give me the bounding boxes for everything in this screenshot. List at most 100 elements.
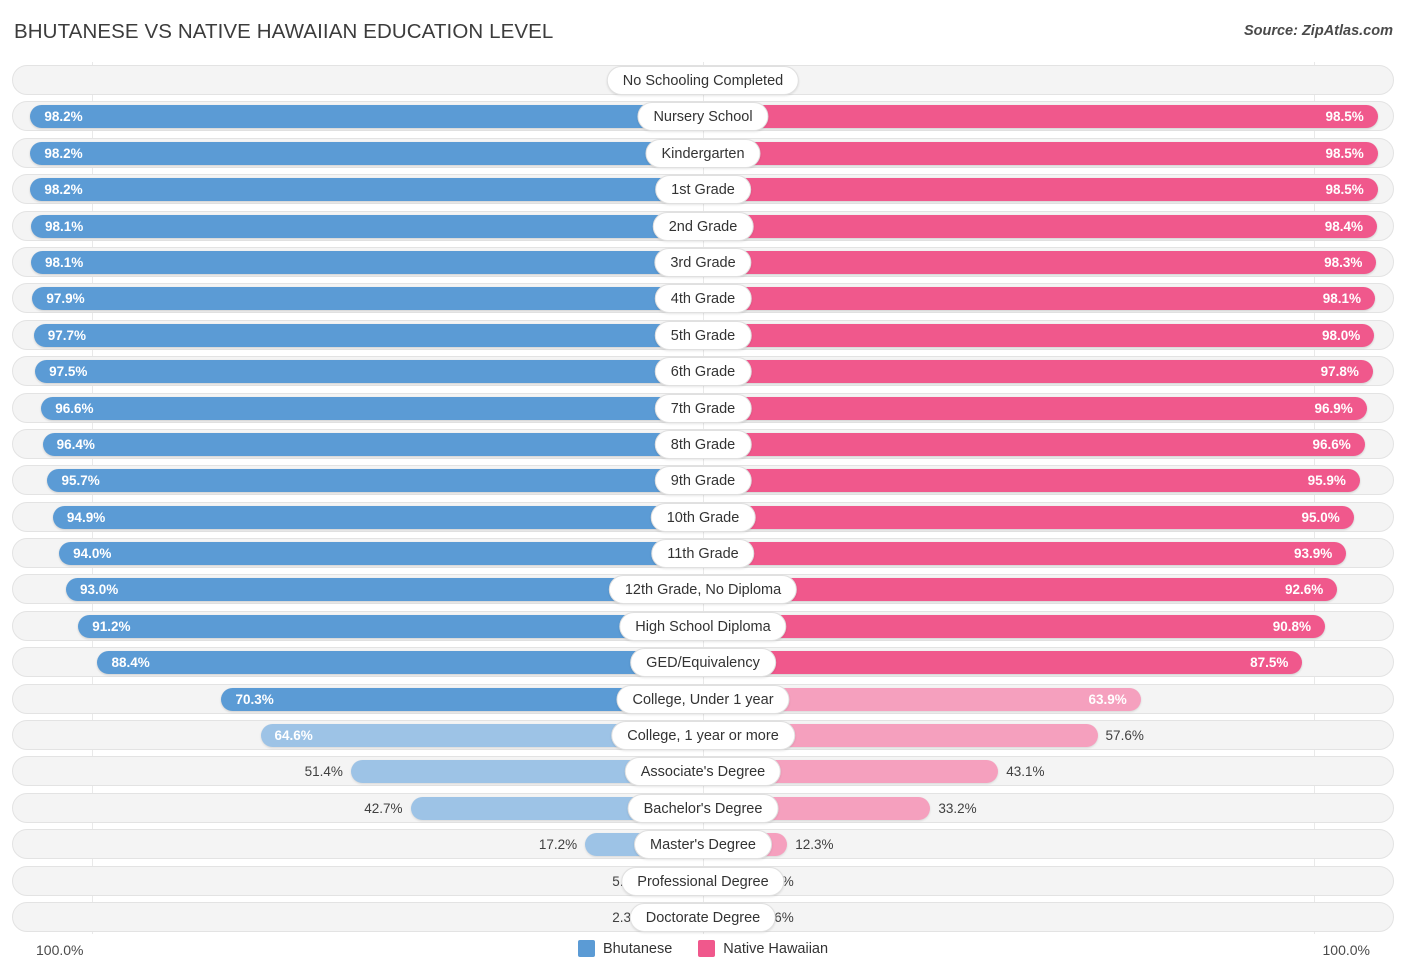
category-label[interactable]: Bachelor's Degree bbox=[627, 793, 779, 823]
bar-rows: 1.8%1.6%No Schooling Completed 98.2% 98.5%… bbox=[0, 62, 1406, 935]
bar-row: 51.4% 43.1% Associate's Degree bbox=[0, 753, 1406, 789]
category-label[interactable]: 10th Grade bbox=[650, 502, 756, 532]
bar-native-hawaiian bbox=[703, 505, 1354, 529]
bar-row: 64.6% 57.6% College, 1 year or more bbox=[0, 717, 1406, 753]
value-label-bhutanese: 98.2% bbox=[44, 109, 83, 125]
bar-bhutanese bbox=[31, 250, 703, 274]
value-label-bhutanese: 70.3% bbox=[235, 691, 274, 707]
value-label-bhutanese: 98.2% bbox=[44, 145, 83, 161]
bar-row: 97.5% 97.8% 6th Grade bbox=[0, 353, 1406, 389]
bar-native-hawaiian bbox=[703, 178, 1378, 202]
value-label-bhutanese: 96.4% bbox=[56, 436, 95, 452]
category-label[interactable]: Doctorate Degree bbox=[629, 902, 777, 932]
value-label-native-hawaiian: 12.3% bbox=[795, 837, 834, 853]
category-label[interactable]: Master's Degree bbox=[634, 830, 772, 860]
value-label-native-hawaiian: 98.5% bbox=[1325, 109, 1364, 125]
bar-row: 5.4%3.8%Professional Degree bbox=[0, 863, 1406, 899]
value-label-bhutanese: 94.9% bbox=[66, 509, 106, 525]
value-label-native-hawaiian: 95.9% bbox=[1307, 473, 1346, 489]
bar-bhutanese bbox=[65, 578, 703, 602]
value-label-native-hawaiian: 63.9% bbox=[1088, 691, 1127, 707]
category-label[interactable]: 5th Grade bbox=[654, 320, 752, 350]
category-label[interactable]: 4th Grade bbox=[654, 284, 752, 314]
bar-native-hawaiian bbox=[703, 323, 1375, 347]
chart-header: BHUTANESE VS NATIVE HAWAIIAN EDUCATION L… bbox=[0, 0, 1406, 52]
bar-bhutanese bbox=[41, 396, 703, 420]
value-label-bhutanese: 98.2% bbox=[44, 182, 83, 198]
bar-row: 42.7% 33.2% Bachelor's Degree bbox=[0, 790, 1406, 826]
category-label[interactable]: 2nd Grade bbox=[652, 211, 754, 241]
value-label-native-hawaiian: 96.9% bbox=[1314, 400, 1353, 416]
bar-row: 91.2% 90.8% High School Diploma bbox=[0, 608, 1406, 644]
value-label-bhutanese: 96.6% bbox=[55, 400, 94, 416]
bar-row: 97.9% 98.1% 4th Grade bbox=[0, 280, 1406, 316]
legend-label: Native Hawaiian bbox=[723, 940, 829, 957]
bar-bhutanese bbox=[33, 323, 703, 347]
value-label-bhutanese: 95.7% bbox=[61, 473, 100, 489]
value-label-bhutanese: 17.2% bbox=[538, 837, 578, 853]
category-label[interactable]: 12th Grade, No Diploma bbox=[608, 575, 798, 605]
bar-native-hawaiian bbox=[703, 360, 1373, 384]
bar-native-hawaiian bbox=[703, 141, 1378, 165]
category-label[interactable]: 11th Grade bbox=[651, 539, 755, 569]
bar-row: 96.4% 96.6% 8th Grade bbox=[0, 426, 1406, 462]
category-label[interactable]: 1st Grade bbox=[655, 175, 751, 205]
category-label[interactable]: High School Diploma bbox=[619, 611, 787, 641]
category-label[interactable]: 8th Grade bbox=[654, 429, 752, 459]
bar-row: 98.2% 98.5% Kindergarten bbox=[0, 135, 1406, 171]
value-label-bhutanese: 88.4% bbox=[111, 655, 150, 671]
category-label[interactable]: Nursery School bbox=[637, 102, 769, 132]
bar-row: 98.2% 98.5% 1st Grade bbox=[0, 171, 1406, 207]
category-label[interactable]: 7th Grade bbox=[654, 393, 752, 423]
value-label-native-hawaiian: 98.0% bbox=[1322, 327, 1361, 343]
bar-bhutanese bbox=[32, 287, 703, 311]
category-label[interactable]: Professional Degree bbox=[621, 866, 785, 896]
page-title: BHUTANESE VS NATIVE HAWAIIAN EDUCATION L… bbox=[14, 20, 554, 43]
bar-native-hawaiian bbox=[703, 287, 1375, 311]
bar-native-hawaiian bbox=[703, 542, 1347, 566]
value-label-native-hawaiian: 97.8% bbox=[1320, 364, 1359, 380]
category-label[interactable]: 9th Grade bbox=[654, 466, 752, 496]
value-label-native-hawaiian: 98.1% bbox=[1322, 291, 1361, 307]
value-label-native-hawaiian: 92.6% bbox=[1285, 582, 1324, 598]
legend-item[interactable]: Bhutanese bbox=[577, 940, 673, 957]
bar-native-hawaiian bbox=[703, 432, 1365, 456]
category-label[interactable]: College, Under 1 year bbox=[616, 684, 790, 714]
value-label-bhutanese: 94.0% bbox=[73, 546, 112, 562]
value-label-bhutanese: 93.0% bbox=[79, 582, 119, 598]
bar-bhutanese bbox=[52, 505, 703, 529]
bar-row: 98.1% 98.4% 2nd Grade bbox=[0, 208, 1406, 244]
category-label[interactable]: Kindergarten bbox=[645, 138, 761, 168]
bar-row: 94.0% 93.9% 11th Grade bbox=[0, 535, 1406, 571]
category-label[interactable]: College, 1 year or more bbox=[611, 721, 795, 751]
bar-row: 1.8%1.6%No Schooling Completed bbox=[0, 62, 1406, 98]
bar-bhutanese bbox=[30, 141, 703, 165]
legend-label: Bhutanese bbox=[602, 940, 673, 957]
bar-row: 98.2% 98.5% Nursery School bbox=[0, 98, 1406, 134]
value-label-native-hawaiian: 43.1% bbox=[1006, 764, 1045, 780]
bar-row: 97.7% 98.0% 5th Grade bbox=[0, 317, 1406, 353]
value-label-native-hawaiian: 87.5% bbox=[1250, 655, 1289, 671]
category-label[interactable]: GED/Equivalency bbox=[630, 648, 776, 678]
value-label-bhutanese: 42.7% bbox=[364, 800, 403, 816]
category-label[interactable]: 6th Grade bbox=[654, 357, 752, 387]
bar-row: 2.3% 1.6% Doctorate Degree bbox=[0, 899, 1406, 935]
source-attribution: Source: ZipAtlas.com bbox=[1243, 23, 1393, 39]
value-label-bhutanese: 97.7% bbox=[47, 327, 87, 343]
bar-row: 70.3% 63.9% College, Under 1 year bbox=[0, 681, 1406, 717]
chart-footer: 100.0% 100.0% Bhutanese Native Hawaiian bbox=[0, 934, 1406, 975]
value-label-native-hawaiian: 96.6% bbox=[1312, 436, 1351, 452]
category-label[interactable]: No Schooling Completed bbox=[606, 66, 800, 95]
value-label-bhutanese: 97.5% bbox=[49, 364, 88, 380]
bar-bhutanese bbox=[35, 360, 703, 384]
value-label-bhutanese: 64.6% bbox=[274, 728, 313, 744]
category-label[interactable]: 3rd Grade bbox=[654, 247, 752, 277]
legend-item[interactable]: Native Hawaiian bbox=[698, 940, 828, 957]
value-label-native-hawaiian: 57.6% bbox=[1105, 728, 1144, 744]
bar-row: 98.1% 98.3% 3rd Grade bbox=[0, 244, 1406, 280]
chart-legend: Bhutanese Native Hawaiian bbox=[0, 940, 1406, 957]
bar-native-hawaiian bbox=[703, 105, 1378, 129]
bar-row: 88.4% 87.5% GED/Equivalency bbox=[0, 644, 1406, 680]
bar-row: 95.7% 95.9% 9th Grade bbox=[0, 462, 1406, 498]
category-label[interactable]: Associate's Degree bbox=[624, 757, 782, 787]
